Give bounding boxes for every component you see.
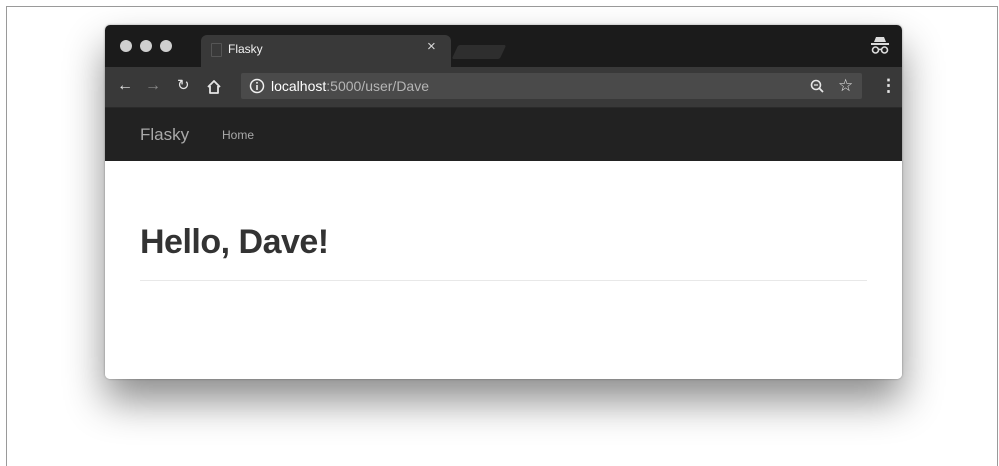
- tab-title: Flasky: [228, 42, 263, 56]
- back-arrow-icon[interactable]: ←: [117, 78, 133, 94]
- nav-link-home[interactable]: Home: [222, 128, 254, 142]
- zoom-icon[interactable]: [809, 78, 825, 94]
- forward-arrow-icon[interactable]: →: [145, 78, 161, 94]
- url-text: localhost:5000/user/Dave: [271, 78, 429, 94]
- home-icon[interactable]: [205, 78, 223, 96]
- page-content: Hello, Dave!: [105, 161, 902, 379]
- incognito-icon: [871, 37, 889, 54]
- browser-window: Flasky × ← → ↻ localhost:5000/user/Dave: [105, 25, 902, 379]
- url-host: localhost: [271, 78, 327, 94]
- browser-titlebar: Flasky ×: [105, 25, 902, 67]
- star-icon[interactable]: ☆: [838, 77, 853, 94]
- kebab-menu-icon[interactable]: ⋮: [880, 77, 897, 94]
- info-icon[interactable]: [249, 78, 265, 94]
- reload-icon[interactable]: ↻: [177, 78, 190, 93]
- window-minimize-dot[interactable]: [140, 40, 152, 52]
- navbar-brand[interactable]: Flasky: [140, 125, 189, 145]
- window-zoom-dot[interactable]: [160, 40, 172, 52]
- address-bar[interactable]: localhost:5000/user/Dave ☆: [241, 73, 862, 99]
- page-heading: Hello, Dave!: [140, 223, 329, 261]
- site-navbar: Flasky Home: [105, 108, 902, 161]
- window-close-dot[interactable]: [120, 40, 132, 52]
- url-path: :5000/user/Dave: [326, 78, 429, 94]
- new-tab-button[interactable]: [451, 45, 507, 59]
- heading-divider: [140, 280, 867, 281]
- browser-toolbar: ← → ↻ localhost:5000/user/Dave ☆ ⋮: [105, 67, 902, 108]
- tab-close-icon[interactable]: ×: [427, 39, 436, 54]
- page-icon: [211, 43, 222, 57]
